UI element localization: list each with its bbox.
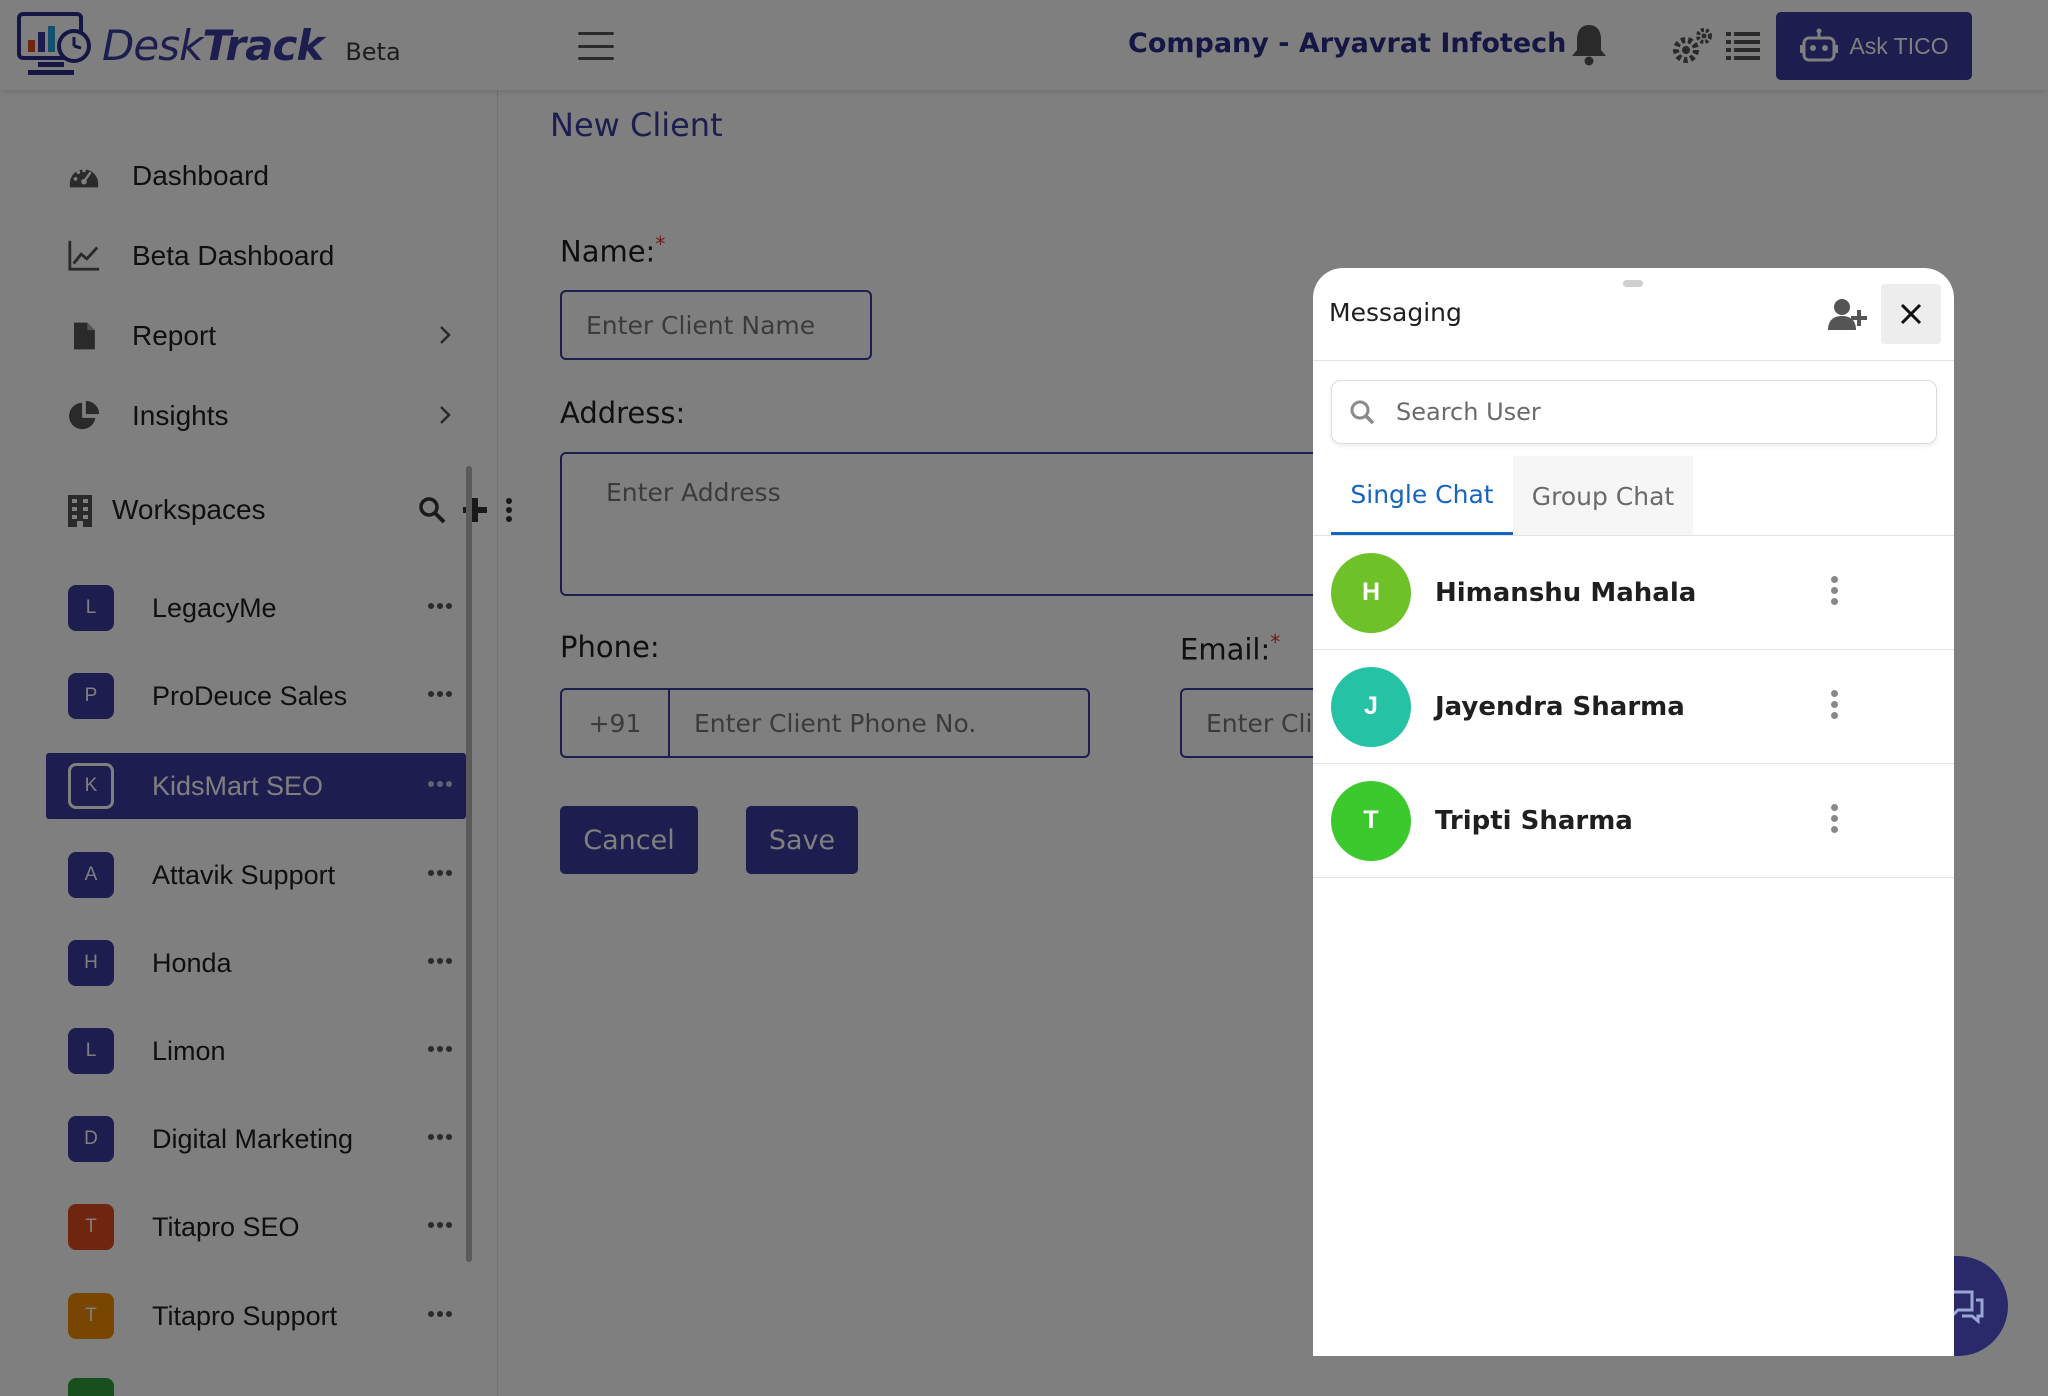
messaging-panel: Messaging Search User Single Chat Group … — [1313, 268, 1954, 1356]
search-user-placeholder: Search User — [1396, 398, 1541, 426]
panel-divider — [1313, 360, 1954, 361]
search-icon — [1350, 400, 1375, 425]
avatar: T — [1331, 780, 1411, 861]
tab-single-chat[interactable]: Single Chat — [1331, 456, 1513, 536]
close-icon — [1900, 303, 1922, 325]
avatar: J — [1331, 666, 1411, 747]
add-user-icon[interactable] — [1827, 298, 1867, 332]
more-vertical-icon[interactable] — [1831, 804, 1838, 833]
more-vertical-icon[interactable] — [1831, 576, 1838, 605]
chat-user-row[interactable]: H Himanshu Mahala — [1313, 536, 1954, 650]
search-user-field[interactable]: Search User — [1331, 380, 1937, 444]
user-name: Himanshu Mahala — [1435, 577, 1697, 608]
chat-user-row[interactable]: T Tripti Sharma — [1313, 764, 1954, 878]
tab-group-chat[interactable]: Group Chat — [1513, 456, 1693, 536]
user-name: Jayendra Sharma — [1435, 691, 1685, 722]
more-vertical-icon[interactable] — [1831, 690, 1838, 719]
user-name: Tripti Sharma — [1435, 805, 1633, 836]
close-button[interactable] — [1881, 284, 1941, 344]
chat-user-row[interactable]: J Jayendra Sharma — [1313, 650, 1954, 764]
avatar: H — [1331, 552, 1411, 633]
messaging-title: Messaging — [1329, 298, 1462, 327]
drag-handle[interactable] — [1623, 280, 1643, 287]
